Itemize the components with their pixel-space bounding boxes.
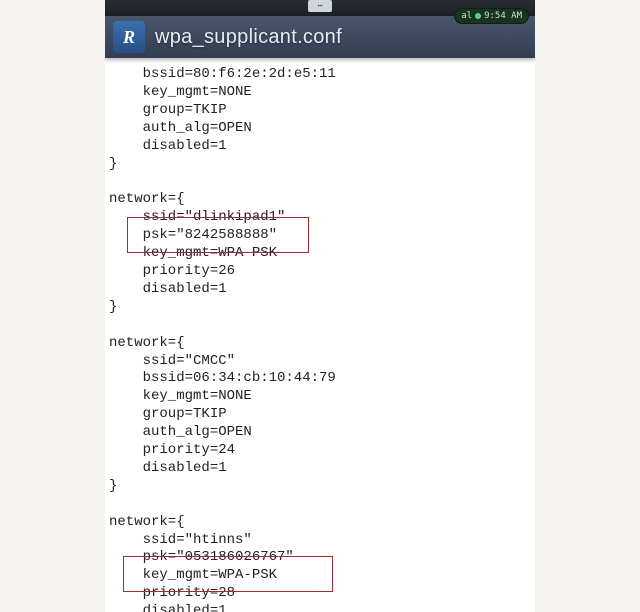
code-line: auth_alg=OPEN [109,120,252,136]
code-line: } [109,156,117,172]
code-line: key_mgmt=WPA-PSK [109,245,277,261]
code-line: priority=26 [109,263,235,279]
file-content[interactable]: bssid=80:f6:2e:2d:e5:11 key_mgmt=NONE gr… [105,58,535,612]
code-line: network={ [109,191,185,207]
code-line: key_mgmt=NONE [109,388,252,404]
code-line: } [109,478,117,494]
code-line: network={ [109,514,185,530]
code-line: ssid="CMCC" [109,353,235,369]
app-icon-letter: R [123,27,135,48]
code-line: bssid=80:f6:2e:2d:e5:11 [109,66,336,82]
code-line: disabled=1 [109,281,227,297]
code-line: auth_alg=OPEN [109,424,252,440]
code-line: ssid="dlinkipad1" [109,209,285,225]
code-line: group=TKIP [109,406,227,422]
code-line: } [109,299,117,315]
code-line: bssid=06:34:cb:10:44:79 [109,370,336,386]
viewport: ⋯ R wpa_supplicant.conf al 9:54 AM bssid… [0,0,640,612]
clock-time: 9:54 AM [484,11,522,21]
status-time-pill: al 9:54 AM [454,8,529,24]
status-notch-icon: ⋯ [308,0,332,12]
signal-label: al [461,11,472,21]
code-line: disabled=1 [109,138,227,154]
page-title: wpa_supplicant.conf [155,26,342,49]
app-icon[interactable]: R [113,21,145,53]
title-bar: R wpa_supplicant.conf al 9:54 AM [105,16,535,58]
code-line: network={ [109,335,185,351]
code-line: ssid="htinns" [109,532,252,548]
code-line: psk="8242588888" [109,227,277,243]
signal-icon [475,13,481,19]
code-line: key_mgmt=NONE [109,84,252,100]
phone-frame: ⋯ R wpa_supplicant.conf al 9:54 AM bssid… [105,0,535,612]
code-line: psk="053186026767" [109,549,294,565]
code-line: priority=24 [109,442,235,458]
code-line: priority=28 [109,585,235,601]
code-line: disabled=1 [109,460,227,476]
code-line: group=TKIP [109,102,227,118]
code-line: disabled=1 [109,603,227,612]
code-line: key_mgmt=WPA-PSK [109,567,277,583]
